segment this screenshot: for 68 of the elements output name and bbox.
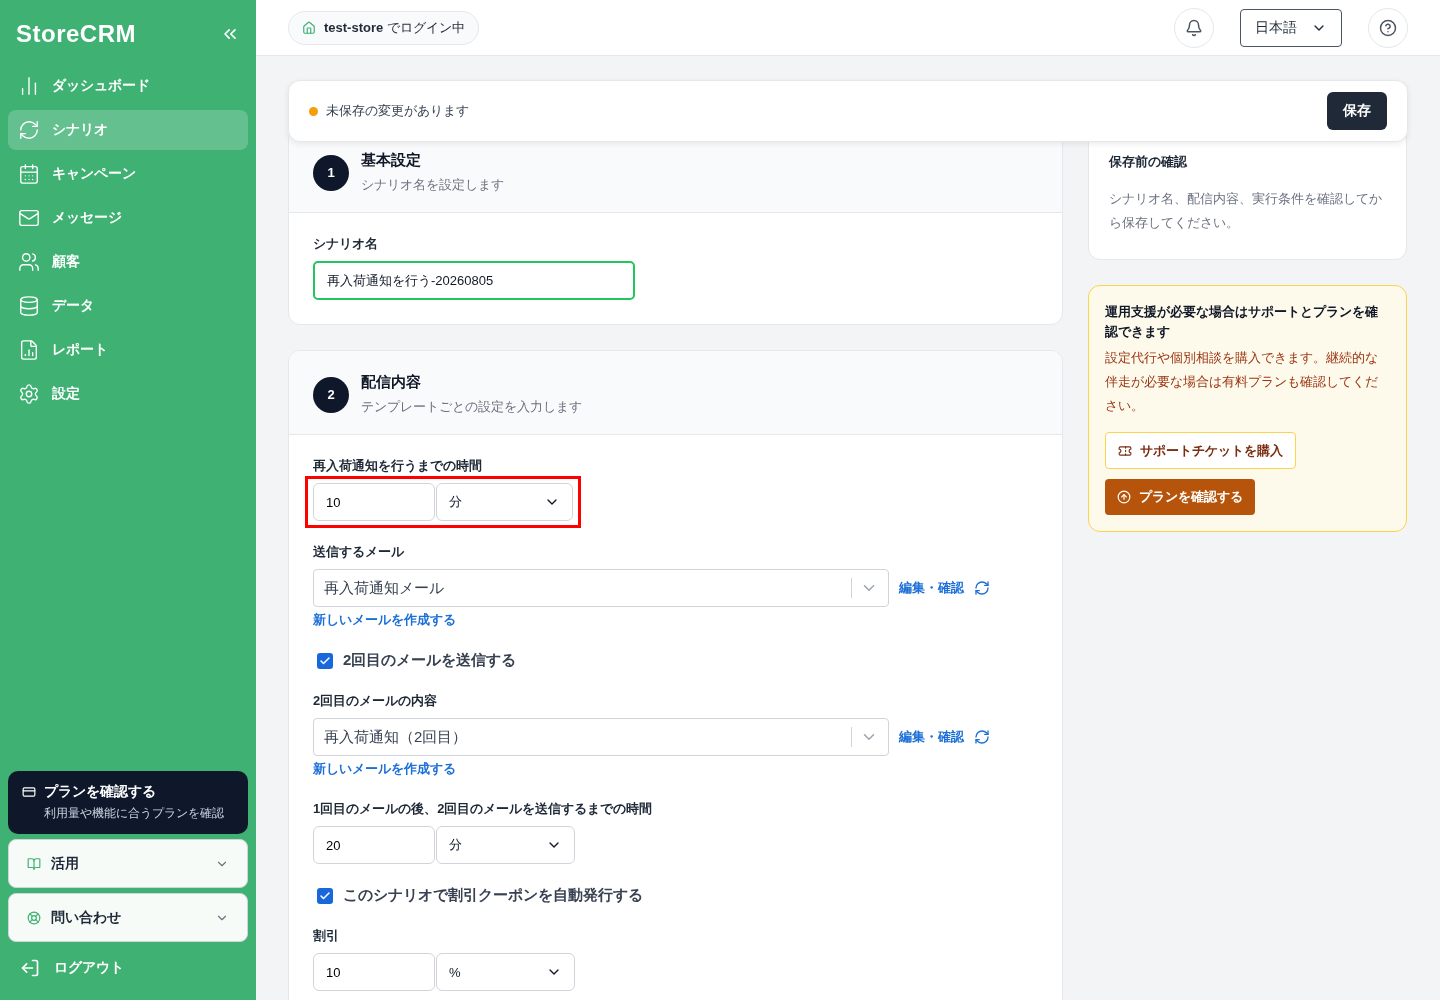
sidebar-group[interactable]: 問い合わせ [8,893,248,942]
plan-card[interactable]: プランを確認する 利用量や機能に合うプランを確認 [8,771,248,834]
number-input[interactable]: 10 [313,953,435,991]
unit-select[interactable]: 分 [436,826,575,864]
section-title: 基本設定 [361,151,422,170]
checkbox-label[interactable]: このシナリオで割引クーポンを自動発行する [313,886,1038,905]
section-subtitle: テンプレートごとの設定を入力します [361,398,582,416]
bell-icon [1185,18,1203,37]
checkbox[interactable] [317,887,333,904]
mail-select[interactable]: 再入荷通知（2回目） [313,718,889,756]
notification-button[interactable] [1174,7,1214,48]
plan-title: プランを確認する [44,783,156,801]
section-subtitle: シナリオ名を設定します [361,176,504,194]
database-icon [18,295,40,317]
unit-select[interactable]: 分 [436,483,573,521]
edit-link[interactable]: 編集・確認 [899,728,964,746]
warning-dot [309,106,318,116]
settings-icon [18,383,40,405]
check-icon [319,889,331,902]
login-text: test-store でログイン中 [324,18,465,37]
card-icon [22,785,36,799]
plan-button[interactable]: プランを確認する [1105,479,1255,515]
support-title: 運用支援が必要な場合はサポートとプランを確認できます [1105,303,1379,341]
calendar-icon [18,163,40,185]
mail-icon [18,207,40,229]
check-icon [319,654,331,667]
field-label: 1回目のメールの後、2回目のメールを送信するまでの時間 [313,800,654,818]
unsaved-message: 未保存の変更があります [326,102,470,120]
home-icon [302,20,316,35]
help-icon [1379,18,1397,37]
report-icon [18,339,40,361]
field-label: 再入荷通知を行うまでの時間 [313,457,483,475]
field-label: 2回目のメールの内容 [313,692,439,710]
new-mail-link[interactable]: 新しいメールを作成する [313,760,1038,778]
confirm-title: 保存前の確認 [1109,153,1188,171]
edit-link[interactable]: 編集・確認 [899,579,964,597]
refresh-icon [18,119,40,141]
language-select[interactable]: 日本語 [1240,8,1342,47]
sidebar-group[interactable]: 活用 [8,839,248,888]
book-icon [27,856,41,871]
logout-icon [20,958,40,978]
scenario-name-input[interactable]: 再入荷通知を行う-20260805 [313,261,635,300]
save-button[interactable]: 保存 [1327,92,1387,130]
support-text: 設定代行や個別相談を購入できます。継続的な伴走が必要な場合は有料プランも確認してください。 [1105,350,1379,415]
number-input[interactable]: 10 [313,483,435,521]
ticket-icon [1118,443,1132,458]
users-icon [18,251,40,273]
new-mail-link[interactable]: 新しいメールを作成する [313,611,1038,629]
lifebuoy-icon [27,910,41,925]
mail-select[interactable]: 再入荷通知メール [313,569,889,607]
field-label: シナリオ名 [313,235,379,253]
step-number: 2 [313,376,349,413]
checkbox-label[interactable]: 2回目のメールを送信する [313,651,1038,670]
logo: StoreCRM [16,20,136,48]
plan-subtitle: 利用量や機能に合うプランを確認 [43,805,225,822]
refresh-icon[interactable] [974,580,990,596]
confirm-text: シナリオ名、配信内容、実行条件を確認してから保存してください。 [1109,190,1383,232]
field-label: 送信するメール [313,543,405,561]
arrow-up-circle-icon [1117,490,1131,504]
section-title: 配信内容 [361,373,422,392]
step-number: 1 [313,154,349,191]
field-label: 割引 [313,927,340,945]
ticket-button[interactable]: サポートチケットを購入 [1105,432,1296,469]
refresh-icon[interactable] [974,729,990,745]
help-button[interactable] [1368,7,1408,48]
checkbox[interactable] [317,652,333,669]
number-input[interactable]: 20 [313,826,435,864]
unit-select[interactable]: % [436,953,575,991]
